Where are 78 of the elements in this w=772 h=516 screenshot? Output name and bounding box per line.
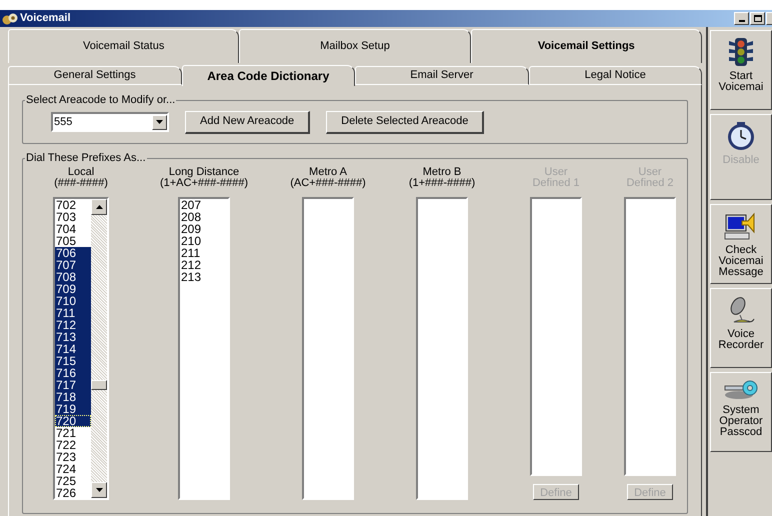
column-title: Metro B xyxy=(422,166,462,178)
window-title: Voicemail xyxy=(20,11,71,26)
list-item[interactable]: 706 xyxy=(55,246,91,258)
scroll-thumb[interactable] xyxy=(91,380,107,390)
list-item[interactable]: 726 xyxy=(55,486,91,498)
minimize-icon xyxy=(738,20,744,22)
areacode-dropdown[interactable]: 555 xyxy=(51,112,169,132)
list-item[interactable]: 708 xyxy=(55,270,91,282)
column-title: Long Distance xyxy=(168,166,240,178)
sub-tab[interactable]: Email Server xyxy=(355,66,528,85)
list-item[interactable]: 705 xyxy=(55,234,91,246)
key-icon xyxy=(723,379,759,401)
list-item[interactable]: 723 xyxy=(55,450,91,462)
list-item[interactable]: 714 xyxy=(55,342,91,354)
list-item[interactable]: 717 xyxy=(55,378,91,390)
list-item[interactable]: 720 xyxy=(55,414,91,426)
list-item[interactable]: 213 xyxy=(180,270,228,282)
list-item[interactable]: 719 xyxy=(55,402,91,414)
list-item[interactable]: 722 xyxy=(55,438,91,450)
list-item[interactable]: 211 xyxy=(180,246,228,258)
list-item[interactable]: 210 xyxy=(180,234,228,246)
sidebar-button[interactable]: Check Voicemai Message xyxy=(710,204,772,284)
main-tab[interactable]: Mailbox Setup xyxy=(239,29,471,63)
scroll-down-button[interactable] xyxy=(91,482,107,498)
list-item[interactable]: 724 xyxy=(55,462,91,474)
sidebar-button[interactable]: System Operator Passcod xyxy=(710,372,772,452)
caret-icon xyxy=(156,120,163,124)
clock-icon xyxy=(726,121,756,151)
column-format: (1+###-####) xyxy=(408,178,476,188)
main-tab[interactable]: Voicemail Settings xyxy=(470,29,702,63)
column-title: Local xyxy=(68,166,94,178)
prefix-list[interactable]: 207 208 209 210 211 212 213 xyxy=(178,196,230,500)
group-title: Dial These Prefixes As... xyxy=(25,151,147,166)
list-item[interactable]: 208 xyxy=(180,210,228,222)
main-tab[interactable]: Voicemail Status xyxy=(8,29,240,63)
list-item[interactable]: 212 xyxy=(180,258,228,270)
prefix-list[interactable] xyxy=(416,196,468,500)
sub-tab[interactable]: Area Code Dictionary xyxy=(182,65,355,86)
list-item[interactable]: 703 xyxy=(55,210,91,222)
up-arrow-icon xyxy=(96,204,102,208)
list-item[interactable]: 207 xyxy=(180,198,228,210)
action-button[interactable]: Delete Selected Areacode xyxy=(326,110,484,134)
column-title: Metro A xyxy=(309,166,347,178)
list-item[interactable]: 709 xyxy=(55,282,91,294)
list-item[interactable]: 715 xyxy=(55,354,91,366)
list-item[interactable]: 718 xyxy=(55,390,91,402)
list-item[interactable]: 209 xyxy=(180,222,228,234)
sub-tab[interactable]: General Settings xyxy=(8,66,182,85)
list-item[interactable]: 716 xyxy=(55,366,91,378)
maximize-icon xyxy=(754,15,762,22)
sidebar-button[interactable]: Start Voicemai xyxy=(710,30,772,110)
sidebar-button[interactable]: Voice Recorder xyxy=(710,288,772,368)
list-item[interactable]: 707 xyxy=(55,258,91,270)
list-item[interactable]: 713 xyxy=(55,330,91,342)
maximize-button[interactable] xyxy=(750,12,765,25)
dropdown-value: 555 xyxy=(53,114,74,130)
list-item[interactable]: 704 xyxy=(55,222,91,234)
prefix-list[interactable] xyxy=(302,196,354,500)
traffic-light-icon xyxy=(727,37,755,67)
action-button[interactable]: Add New Areacode xyxy=(185,110,310,134)
column-format: (AC+###-####) xyxy=(290,178,366,188)
app-icon xyxy=(2,12,18,26)
dropdown-button[interactable] xyxy=(152,114,167,130)
prefix-list[interactable]: 702 703 704 705 706 707 708 709 710 711 712 713 714 715 716 717 718 719 720 721 722 723 724 725 726 xyxy=(53,196,109,500)
list-item[interactable]: 725 xyxy=(55,474,91,486)
list-item[interactable]: 721 xyxy=(55,426,91,438)
minimize-button[interactable] xyxy=(734,12,749,25)
sub-tab[interactable]: Legal Notice xyxy=(528,66,702,85)
down-arrow-icon xyxy=(96,488,102,492)
list-item[interactable]: 702 xyxy=(55,198,91,210)
list-item[interactable]: 711 xyxy=(55,306,91,318)
scroll-up-button[interactable] xyxy=(91,198,107,214)
scrollbar[interactable] xyxy=(91,198,107,498)
column-format: (1+AC+###-####) xyxy=(160,178,248,188)
group-title: Select Areacode to Modify or... xyxy=(25,93,176,108)
column-format: (###-####) xyxy=(54,178,108,188)
list-item[interactable]: 710 xyxy=(55,294,91,306)
list-item[interactable]: 712 xyxy=(55,318,91,330)
